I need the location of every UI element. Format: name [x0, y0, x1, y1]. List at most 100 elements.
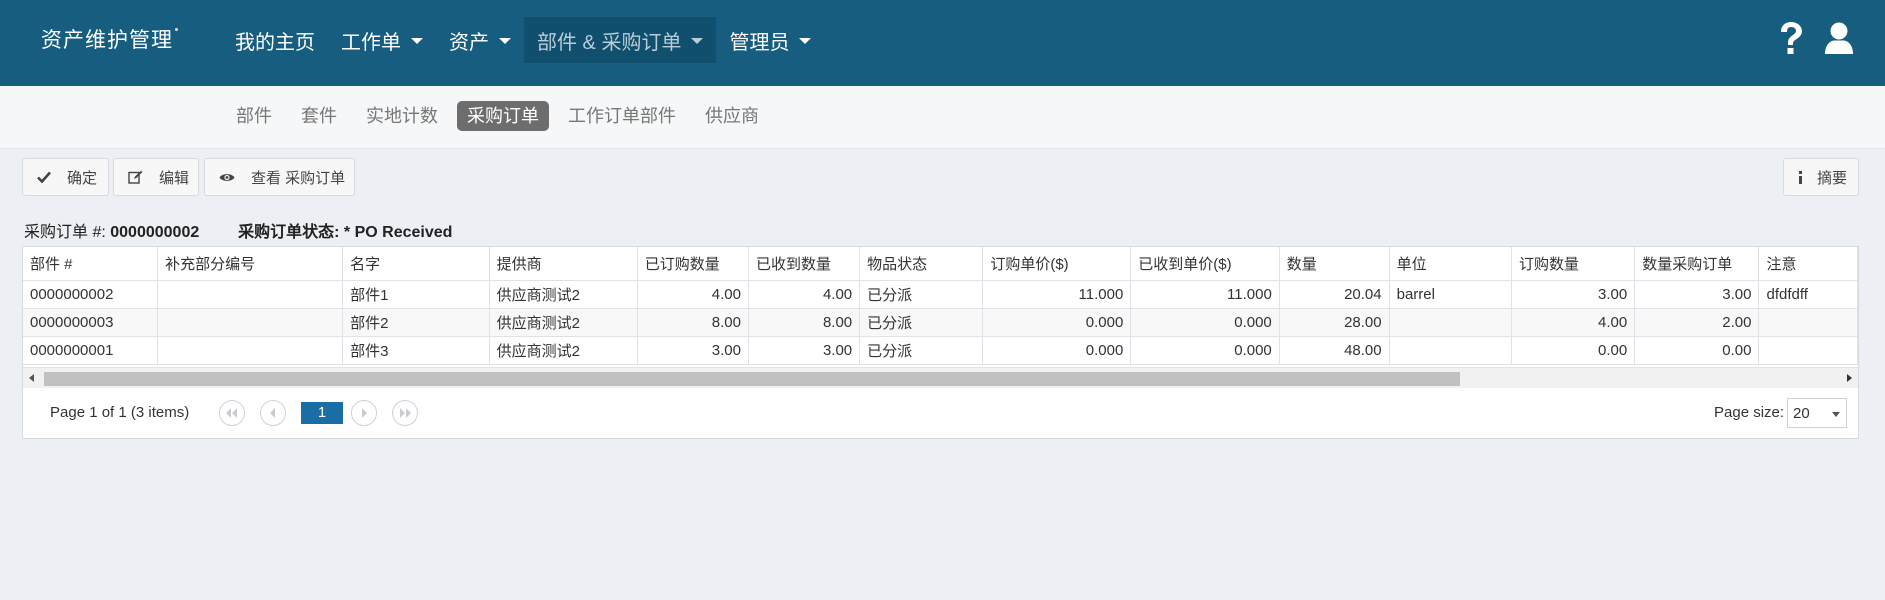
confirm-button[interactable]: 确定	[22, 158, 109, 196]
chevron-down-icon	[1832, 412, 1840, 417]
table-cell: 4.00	[1511, 308, 1636, 337]
horizontal-scrollbar[interactable]	[23, 367, 1858, 388]
tab-physical-count[interactable]: 实地计数	[356, 101, 448, 131]
table-cell: dfdfdff	[1758, 280, 1858, 309]
table-cell: barrel	[1389, 280, 1513, 309]
app-brand[interactable]: 资产维护管理	[41, 24, 173, 54]
column-header[interactable]: 已收到单价($)	[1130, 247, 1280, 281]
table-cell: 供应商测试2	[489, 308, 638, 337]
column-header[interactable]: 补充部分编号	[157, 247, 344, 281]
table-row[interactable]: 0000000002 部件1 供应商测试2 4.00 4.00 已分派 11.0…	[23, 280, 1858, 309]
caret-down-icon	[411, 38, 423, 44]
nav-work-orders[interactable]: 工作单	[328, 17, 436, 63]
check-icon	[37, 171, 51, 183]
po-number-value: 0000000002	[110, 224, 200, 241]
column-header[interactable]: 数量采购订单	[1634, 247, 1760, 281]
column-header[interactable]: 已订购数量	[637, 247, 749, 281]
nav-assets[interactable]: 资产	[436, 17, 524, 63]
column-header[interactable]: 注意	[1758, 247, 1858, 281]
edit-button-label: 编辑	[159, 169, 190, 187]
scrollbar-thumb[interactable]	[44, 372, 1460, 386]
table-cell: 3.00	[637, 336, 749, 365]
brand-dot	[175, 28, 178, 31]
pager: Page 1 of 1 (3 items) 1 Page size: 20	[23, 388, 1858, 438]
table-cell: 供应商测试2	[489, 280, 638, 309]
table-cell: 已分派	[859, 308, 984, 337]
column-header[interactable]: 提供商	[489, 247, 638, 281]
table-cell	[1389, 336, 1513, 365]
page-number-current[interactable]: 1	[301, 402, 343, 424]
page-size-value: 20	[1793, 405, 1810, 422]
table-cell: 48.00	[1279, 336, 1390, 365]
view-po-button[interactable]: 查看 采购订单	[204, 158, 355, 196]
column-header[interactable]: 单位	[1389, 247, 1513, 281]
table-cell	[157, 280, 344, 309]
table-cell: 3.00	[1634, 280, 1760, 309]
tab-kits[interactable]: 套件	[291, 101, 347, 131]
po-items-table: 部件 # 补充部分编号 名字 提供商 已订购数量 已收到数量 物品状态 订购单价…	[23, 247, 1858, 365]
column-header[interactable]: 名字	[342, 247, 490, 281]
table-cell: 8.00	[637, 308, 749, 337]
table-cell: 11.000	[982, 280, 1132, 309]
table-header-row: 部件 # 补充部分编号 名字 提供商 已订购数量 已收到数量 物品状态 订购单价…	[23, 247, 1858, 281]
tab-purchase-orders[interactable]: 采购订单	[457, 101, 549, 131]
info-icon	[1798, 170, 1803, 184]
scroll-left-icon[interactable]	[29, 374, 34, 382]
nav-admin-label: 管理员	[729, 31, 790, 54]
page-size-label: Page size:	[1714, 404, 1785, 421]
table-cell: 2.00	[1634, 308, 1760, 337]
column-header[interactable]: 数量	[1279, 247, 1390, 281]
main-nav: 我的主页 工作单 资产 部件 & 采购订单 管理员	[222, 17, 824, 63]
column-header[interactable]: 物品状态	[859, 247, 984, 281]
column-header[interactable]: 订购数量	[1511, 247, 1636, 281]
tab-parts[interactable]: 部件	[226, 101, 282, 131]
view-po-button-label: 查看 采购订单	[251, 169, 346, 187]
column-header[interactable]: 部件 #	[23, 247, 159, 281]
po-number-label: 采购订单 #:	[24, 224, 106, 241]
po-status-label: 采购订单状态: *	[238, 224, 351, 241]
table-cell: 28.00	[1279, 308, 1390, 337]
table-cell: 已分派	[859, 280, 984, 309]
top-navbar: 资产维护管理 我的主页 工作单 资产 部件 & 采购订单 管理员	[0, 0, 1885, 86]
page-size-select[interactable]: 20	[1787, 398, 1847, 428]
pager-info: Page 1 of 1 (3 items)	[50, 404, 190, 421]
table-cell: 0000000002	[23, 280, 159, 309]
nav-parts-po-label: 部件 & 采购订单	[537, 31, 682, 54]
caret-down-icon	[691, 38, 704, 44]
table-row[interactable]: 0000000001 部件3 供应商测试2 3.00 3.00 已分派 0.00…	[23, 336, 1858, 365]
caret-down-icon	[499, 38, 511, 44]
tab-suppliers[interactable]: 供应商	[695, 101, 769, 131]
last-page-icon[interactable]	[392, 400, 418, 426]
po-status-value: PO Received	[354, 224, 453, 241]
table-cell: 部件2	[342, 308, 490, 337]
nav-admin[interactable]: 管理员	[716, 17, 824, 63]
table-cell: 4.00	[748, 280, 861, 309]
summary-button[interactable]: 摘要	[1783, 158, 1859, 196]
table-cell: 11.000	[1130, 280, 1280, 309]
nav-home-label: 我的主页	[235, 31, 315, 54]
subtab-list: 部件 套件 实地计数 采购订单 工作订单部件 供应商	[226, 101, 769, 131]
edit-button[interactable]: 编辑	[113, 158, 199, 196]
user-icon[interactable]	[1824, 22, 1854, 56]
po-items-grid: 部件 # 补充部分编号 名字 提供商 已订购数量 已收到数量 物品状态 订购单价…	[22, 246, 1859, 439]
table-cell	[1758, 336, 1858, 365]
table-cell	[157, 308, 344, 337]
question-icon[interactable]	[1778, 22, 1804, 56]
scroll-right-icon[interactable]	[1847, 374, 1852, 382]
table-cell: 0.000	[982, 336, 1132, 365]
nav-work-orders-label: 工作单	[341, 31, 401, 54]
prev-page-icon[interactable]	[260, 400, 286, 426]
nav-home[interactable]: 我的主页	[222, 17, 328, 63]
column-header[interactable]: 订购单价($)	[982, 247, 1132, 281]
table-cell: 已分派	[859, 336, 984, 365]
table-cell	[157, 336, 344, 365]
table-cell: 0000000003	[23, 308, 159, 337]
first-page-icon[interactable]	[219, 400, 245, 426]
nav-assets-label: 资产	[449, 31, 489, 54]
nav-parts-po[interactable]: 部件 & 采购订单	[524, 17, 717, 63]
table-row[interactable]: 0000000003 部件2 供应商测试2 8.00 8.00 已分派 0.00…	[23, 308, 1858, 337]
table-cell: 8.00	[748, 308, 861, 337]
tab-work-order-parts[interactable]: 工作订单部件	[558, 101, 686, 131]
column-header[interactable]: 已收到数量	[748, 247, 861, 281]
next-page-icon[interactable]	[351, 400, 377, 426]
